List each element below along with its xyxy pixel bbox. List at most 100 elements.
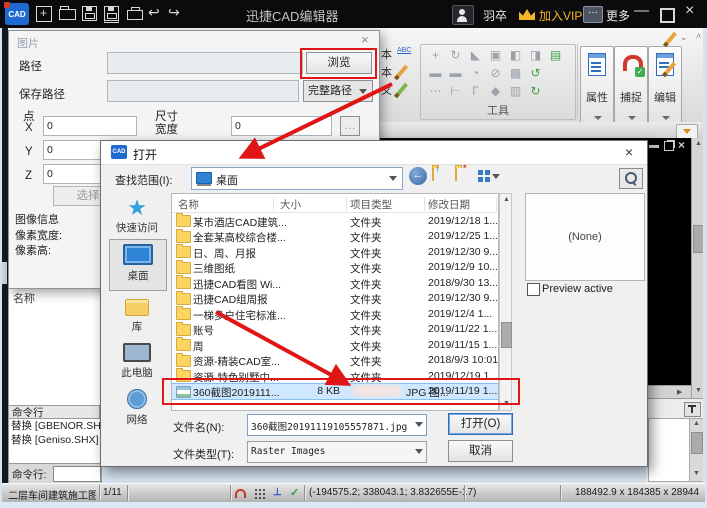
file-row[interactable]: 日、周、月报 文件夹 2019/12/30 9... [172,244,498,260]
ribbon-collapse-icon[interactable]: ˄ [696,31,701,41]
user-account-icon[interactable] [452,5,474,25]
tool-icon[interactable]: ▬ [429,67,442,80]
panel-collapse-button[interactable] [676,124,698,139]
file-row[interactable]: 一梯多户住宅标准... 文件夹 2019/12/4 1... [172,306,498,322]
sidebar-item-this-pc[interactable]: 此电脑 [109,343,165,380]
join-vip-link[interactable]: 加入VIP [539,7,582,24]
scrollbar-thumb[interactable] [691,432,703,454]
save-path-input[interactable] [107,80,299,102]
scroll-up-icon[interactable]: ▲ [693,420,700,428]
tool-icon[interactable]: ◆ [489,85,502,98]
browse-button[interactable]: 浏览 [306,52,372,74]
file-row[interactable]: 迅捷CAD看图 Wi... 文件夹 2018/9/30 13... [172,275,498,291]
preview-active-checkbox[interactable] [527,283,540,296]
command-input[interactable] [53,466,101,482]
tool-icon[interactable]: ◨ [529,49,542,62]
tool-icon[interactable]: ⋯ [429,85,442,98]
tool-icon[interactable]: ⊘ [489,67,502,80]
filetype-dropdown[interactable]: Raster Images [247,441,427,463]
sidebar-item-desktop[interactable]: 桌面 [109,239,167,291]
scroll-right-icon[interactable]: ▶ [677,389,682,397]
close-button[interactable]: × [685,2,694,20]
more-options-icon[interactable]: ··· [583,6,603,23]
width-picker-button[interactable]: … [340,116,360,136]
tool-icon[interactable]: ↻ [449,49,462,62]
doc-restore-icon[interactable] [664,141,674,151]
tool-icon[interactable]: + [429,49,442,62]
tool-icon[interactable]: ◔ [469,67,482,80]
quick-edit-pencil-icon[interactable] [663,31,677,48]
save-as-icon[interactable] [104,6,119,23]
back-button[interactable]: ← [409,167,427,185]
tool-icon[interactable]: ↺ [529,67,542,80]
close-icon[interactable]: × [361,32,369,47]
left-dock-handle[interactable] [2,262,7,284]
vip-crown-icon[interactable] [519,9,535,20]
scroll-down-icon[interactable]: ▼ [503,400,510,408]
file-row[interactable]: 迅捷CAD组周报 文件夹 2019/12/30 9... [172,290,498,306]
maximize-button[interactable] [660,8,675,23]
filename-combobox[interactable]: 360截图20191119105557871.jpg [247,414,427,436]
column-name[interactable]: 名称 [178,197,199,212]
save-icon[interactable] [82,6,97,21]
sidebar-item-network[interactable]: 网络 [109,389,165,427]
scroll-down-icon[interactable]: ▼ [693,470,700,478]
tool-icon[interactable]: ▤ [549,49,562,62]
open-button[interactable]: 打开(O) [448,413,513,435]
tool-icon[interactable]: Γ [469,85,482,98]
width-input[interactable]: 0 [231,116,332,136]
file-row[interactable]: 周 文件夹 2019/11/15 1... [172,337,498,353]
new-file-icon[interactable] [36,6,52,22]
doc-close-icon[interactable]: × [678,138,685,152]
open-file-icon[interactable] [59,6,76,20]
print-icon[interactable] [127,7,143,20]
edit-button[interactable]: 编辑 [648,46,682,124]
file-list-scrollbar[interactable]: ▲ ▼ [499,193,512,411]
scroll-down-icon[interactable]: ▼ [695,387,702,395]
tool-icon[interactable]: ↻ [529,85,542,98]
tool-icon[interactable]: ◧ [509,49,522,62]
tool-icon[interactable]: ▩ [509,67,522,80]
file-row[interactable]: 360截图2019111... 8 KB JPG 图... 2019/11/19… [172,382,498,400]
tool-icon[interactable]: ⊢ [449,85,462,98]
tool-icon[interactable]: ◣ [469,49,482,62]
file-row[interactable]: 资源-精装CAD室... 文件夹 2018/9/3 10:01 [172,352,498,368]
grid-toggle-icon[interactable] [254,488,265,499]
tool-icon-row[interactable]: ▬ ▬ ◔ ⊘ ▩ ↺ [429,67,542,80]
new-folder-button[interactable]: * [455,163,467,181]
sidebar-item-libraries[interactable]: 库 [109,299,165,334]
tool-icon[interactable]: ▥ [509,85,522,98]
views-button[interactable] [478,168,502,185]
ortho-icon[interactable]: ⊥ [273,487,282,498]
pin-icon[interactable] [684,402,701,417]
tool-icon-row[interactable]: + ↻ ◣ ▣ ◧ ◨ ▤ [429,49,562,62]
properties-button[interactable]: 属性 [580,46,614,124]
command-panel-header[interactable]: 命令行 [8,405,100,419]
text-edit-icon[interactable]: 义 [381,82,392,98]
redo-icon[interactable]: ↪ [168,4,180,21]
column-type[interactable]: 项目类型 [350,197,392,212]
file-row[interactable]: 三维图纸 文件夹 2019/12/9 10... [172,259,498,275]
undo-icon[interactable]: ↩ [148,4,160,21]
pencil-dropdown-icon[interactable]: ⌄ [680,32,688,43]
preview-toggle-button[interactable] [619,168,643,189]
scroll-up-icon[interactable]: ▲ [503,196,510,204]
tool-icon-row[interactable]: ⋯ ⊢ Γ ◆ ▥ ↻ [429,85,542,98]
sidebar-item-quick-access[interactable]: ★ 快速访问 [109,196,165,235]
username[interactable]: 羽卒 [483,7,507,24]
confirm-check-icon[interactable]: ✓ [290,486,299,499]
scroll-up-icon[interactable]: ▲ [695,140,702,148]
file-row[interactable]: 全套某高校综合楼... 文件夹 2019/12/25 1... [172,228,498,244]
capture-button[interactable]: ✓ 捕捉 [614,46,648,124]
path-input[interactable] [107,52,303,74]
column-date[interactable]: 修改日期 [428,197,470,212]
x-input[interactable]: 0 [43,116,137,136]
app-logo-icon[interactable]: CAD [4,2,29,25]
file-row[interactable]: 某市酒店CAD建筑... 文件夹 2019/12/18 1... [172,213,498,229]
cancel-button[interactable]: 取消 [448,440,513,462]
text-tool-icon[interactable]: 本 [381,64,392,80]
more-menu[interactable]: 更多 [606,7,630,24]
file-row[interactable]: 资源-特色别墅中... 文件夹 2019/12/19 1... [172,368,498,384]
tool-icon[interactable]: ▣ [489,49,502,62]
minimize-button[interactable]: — [634,2,649,19]
